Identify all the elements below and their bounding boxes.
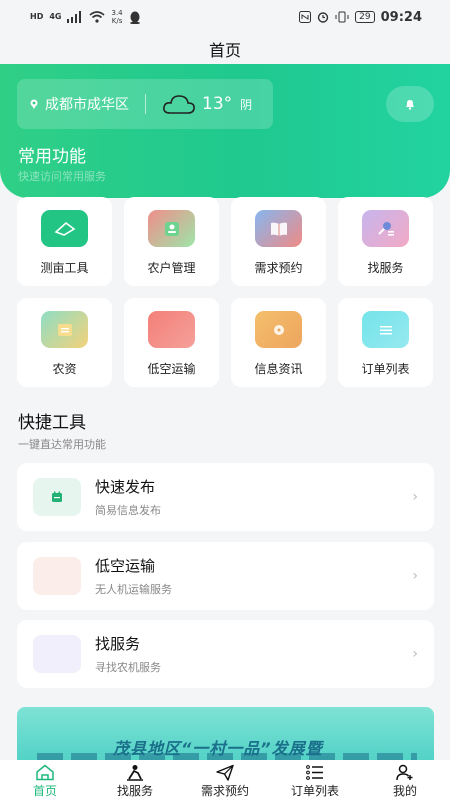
qq-icon <box>129 11 140 24</box>
tab-find-service[interactable]: 找服务 <box>90 760 180 800</box>
service-icon <box>362 210 409 247</box>
function-grid: 测亩工具 农户管理 需求预约 找服务 农资 低空运输 信息资讯 订单列表 <box>17 197 434 387</box>
signal-label: 4G <box>49 12 62 21</box>
location-pin-icon <box>30 99 38 109</box>
chevron-right-icon: › <box>412 489 418 505</box>
promo-banner[interactable]: 茂县地区“一村一品”发展暨 <box>17 707 434 765</box>
user-icon <box>396 764 413 781</box>
function-supplies[interactable]: 农资 <box>17 298 112 387</box>
vibrate-icon <box>335 11 349 23</box>
service-icon <box>33 635 81 673</box>
quick-tools-subtitle: 一键直达常用功能 <box>18 438 106 451</box>
farmer-icon <box>148 210 195 247</box>
send-icon <box>216 764 234 781</box>
publish-icon <box>33 478 81 516</box>
quick-item-drone-transport[interactable]: 低空运输 无人机运输服务 › <box>17 542 434 610</box>
common-functions-title: 常用功能 <box>18 147 86 167</box>
function-info-news[interactable]: 信息资讯 <box>231 298 326 387</box>
tab-mine[interactable]: 我的 <box>360 760 450 800</box>
common-functions-subtitle: 快速访问常用服务 <box>18 170 106 183</box>
cloud-icon <box>163 95 195 114</box>
quick-item-subtitle: 寻找农机服务 <box>95 661 161 674</box>
clock: 09:24 <box>380 9 422 25</box>
tab-order-list[interactable]: 订单列表 <box>270 760 360 800</box>
wifi-icon <box>89 11 106 23</box>
home-icon <box>36 764 54 781</box>
quick-tools-title: 快捷工具 <box>18 413 86 433</box>
quick-item-title: 快速发布 <box>95 478 156 496</box>
bottom-tab-bar: 首页 找服务 需求预约 订单列表 我的 <box>0 760 450 800</box>
quick-item-publish[interactable]: 快速发布 简易信息发布 › <box>17 463 434 531</box>
supplies-icon <box>41 311 88 348</box>
quick-item-title: 找服务 <box>95 635 141 653</box>
quick-item-subtitle: 无人机运输服务 <box>95 583 172 596</box>
location-text: 成都市成华区 <box>45 97 129 113</box>
quick-item-subtitle: 简易信息发布 <box>95 504 161 517</box>
page-title: 首页 <box>0 34 450 64</box>
chevron-right-icon: › <box>412 646 418 662</box>
function-measure[interactable]: 测亩工具 <box>17 197 112 286</box>
book-icon <box>255 210 302 247</box>
signal-icon <box>67 11 82 23</box>
weather-text: 阴 <box>240 97 253 112</box>
function-demand-booking[interactable]: 需求预约 <box>231 197 326 286</box>
info-icon <box>255 311 302 348</box>
tab-home[interactable]: 首页 <box>0 760 90 800</box>
list-icon <box>306 765 323 780</box>
function-find-service[interactable]: 找服务 <box>338 197 433 286</box>
quick-item-find-service[interactable]: 找服务 寻找农机服务 › <box>17 620 434 688</box>
alarm-icon <box>317 12 329 23</box>
nfc-icon <box>299 11 312 23</box>
function-order-list[interactable]: 订单列表 <box>338 298 433 387</box>
chevron-right-icon: › <box>412 568 418 584</box>
list-icon <box>362 311 409 348</box>
net-speed: 3.4 K/s <box>111 9 123 25</box>
worker-icon <box>127 765 143 781</box>
function-farmer-management[interactable]: 农户管理 <box>124 197 219 286</box>
notification-button[interactable] <box>386 86 434 122</box>
drone-icon <box>148 311 195 348</box>
network-type: HD <box>30 12 44 21</box>
drone-icon <box>33 557 81 595</box>
bell-icon <box>406 99 414 110</box>
measure-icon <box>41 210 88 247</box>
status-bar: HD 4G 3.4 K/s 29 09:24 <box>0 0 450 34</box>
location-weather-card[interactable]: 成都市成华区 13° 阴 <box>17 79 273 129</box>
hero-section: 成都市成华区 13° 阴 常用功能 快速访问常用服务 <box>0 64 450 198</box>
quick-item-title: 低空运输 <box>95 557 156 575</box>
tab-demand-booking[interactable]: 需求预约 <box>180 760 270 800</box>
function-low-altitude-transport[interactable]: 低空运输 <box>124 298 219 387</box>
temperature: 13° <box>202 94 233 114</box>
battery-indicator: 29 <box>355 11 375 23</box>
divider <box>145 94 146 114</box>
